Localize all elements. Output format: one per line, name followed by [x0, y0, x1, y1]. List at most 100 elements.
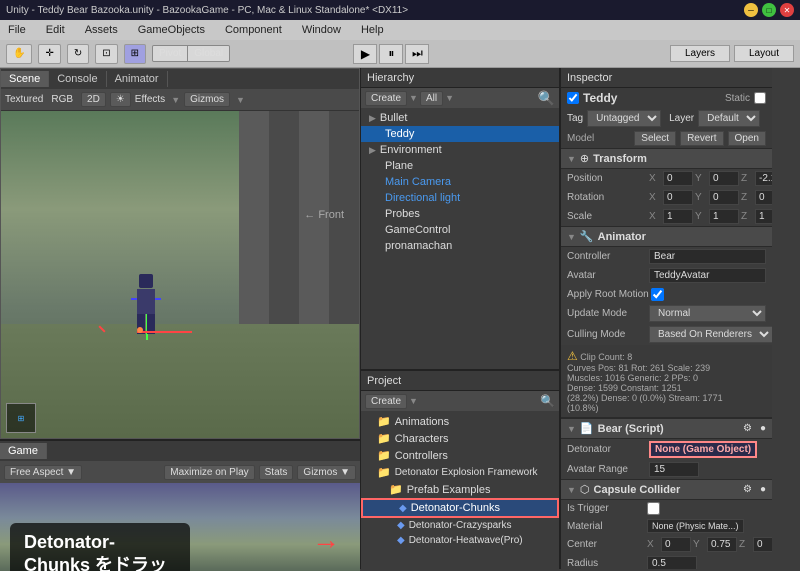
layers-dropdown[interactable]: Layers: [670, 45, 730, 62]
hierarchy-item-probes[interactable]: Probes: [361, 206, 559, 222]
game-gizmos-button[interactable]: Gizmos ▼: [297, 465, 356, 480]
project-item-detonator-crazysparks[interactable]: ◆Detonator-Crazysparks: [361, 518, 559, 533]
active-checkbox[interactable]: [567, 92, 579, 104]
minimize-button[interactable]: ─: [744, 3, 758, 17]
console-tab[interactable]: Console: [49, 71, 106, 87]
culling-mode-dropdown[interactable]: Based On Renderers: [649, 326, 772, 343]
project-item-animations[interactable]: 📁Animations: [361, 413, 559, 430]
capsule-context[interactable]: ●: [760, 484, 766, 495]
project-item-prefab-examples[interactable]: 📁Prefab Examples: [361, 481, 559, 498]
rot-z-input[interactable]: [755, 190, 772, 205]
project-item-controllers[interactable]: 📁Controllers: [361, 447, 559, 464]
close-button[interactable]: ✕: [780, 3, 794, 17]
global-button[interactable]: Global: [188, 46, 229, 61]
project-item-detonator-framework[interactable]: 📁Detonator Explosion Framework: [361, 464, 559, 481]
update-mode-dropdown[interactable]: Normal: [649, 305, 766, 322]
layout-dropdown[interactable]: Layout: [734, 45, 794, 62]
scale-y-input[interactable]: [709, 209, 739, 224]
pivot-button[interactable]: Pivot: [153, 46, 188, 61]
hierarchy-item-environment[interactable]: ▶Environment: [361, 142, 559, 158]
move-tool[interactable]: ✛: [38, 44, 60, 64]
capsule-collider-header[interactable]: ▼ ⬡ Capsule Collider ⚙ ●: [561, 480, 772, 500]
layer-dropdown[interactable]: Default: [698, 110, 760, 127]
tag-dropdown[interactable]: Untagged: [587, 110, 661, 127]
animator-tab[interactable]: Animator: [107, 71, 168, 87]
avatar-range-input[interactable]: [649, 462, 699, 477]
hierarchy-item-teddy[interactable]: Teddy: [361, 126, 559, 142]
hierarchy-search-icon[interactable]: 🔍: [538, 90, 555, 107]
scene-tab[interactable]: Scene: [1, 71, 49, 87]
project-create-button[interactable]: Create: [365, 394, 407, 409]
center-x[interactable]: [661, 537, 691, 552]
menu-assets[interactable]: Assets: [81, 22, 122, 38]
model-open-button[interactable]: Open: [728, 131, 766, 146]
2d-button[interactable]: 2D: [81, 92, 106, 107]
animator-header[interactable]: ▼ 🔧 Animator: [561, 227, 772, 247]
is-trigger-checkbox[interactable]: [647, 502, 660, 515]
drag-arrow-icon: →: [312, 524, 340, 556]
model-revert-button[interactable]: Revert: [680, 131, 723, 146]
pause-button[interactable]: ⏸: [379, 44, 403, 64]
is-trigger-row: Is Trigger: [561, 500, 772, 517]
menu-help[interactable]: Help: [357, 22, 388, 38]
hierarchy-header: Hierarchy: [361, 68, 559, 88]
left-panel: Scene Console Animator Textured RGB 2D ☀…: [0, 68, 360, 569]
step-button[interactable]: ⏭: [405, 44, 429, 64]
capsule-settings[interactable]: ⚙: [743, 484, 752, 495]
menu-file[interactable]: File: [4, 22, 30, 38]
lighting-button[interactable]: ☀: [110, 92, 131, 107]
menu-component[interactable]: Component: [221, 22, 286, 38]
center-z[interactable]: [753, 537, 772, 552]
game-view: Game Free Aspect ▼ Maximize on Play Stat…: [0, 439, 360, 569]
play-button[interactable]: ▶: [353, 44, 377, 64]
menu-gameobject[interactable]: GameObjects: [134, 22, 209, 38]
scale-tool[interactable]: ⊡: [95, 44, 117, 64]
rotate-tool[interactable]: ↻: [67, 44, 89, 64]
static-checkbox[interactable]: [754, 92, 766, 104]
material-value[interactable]: None (Physic Mate...): [647, 519, 744, 533]
center-y[interactable]: [707, 537, 737, 552]
rect-tool[interactable]: ⊞: [124, 44, 146, 64]
model-select-button[interactable]: Select: [634, 131, 676, 146]
project-item-characters[interactable]: 📁Characters: [361, 430, 559, 447]
game-tab[interactable]: Game: [0, 443, 47, 459]
hierarchy-item-bullet[interactable]: ▶Bullet: [361, 110, 559, 126]
bear-script-settings[interactable]: ⚙: [743, 423, 752, 434]
apply-root-motion-checkbox[interactable]: [651, 288, 664, 301]
maximize-button[interactable]: □: [762, 3, 776, 17]
stats-button[interactable]: Stats: [259, 465, 294, 480]
hierarchy-item-main-camera[interactable]: Main Camera: [361, 174, 559, 190]
radius-input[interactable]: [647, 556, 697, 569]
hierarchy-item-gamecontrol[interactable]: GameControl: [361, 222, 559, 238]
rot-y-input[interactable]: [709, 190, 739, 205]
controller-field[interactable]: Bear: [649, 249, 766, 264]
project-item-detonator-heatwave[interactable]: ◆Detonator-Heatwave(Pro): [361, 533, 559, 548]
gizmos-button[interactable]: Gizmos: [184, 92, 230, 107]
pos-x-input[interactable]: [663, 171, 693, 186]
menu-edit[interactable]: Edit: [42, 22, 69, 38]
game-canvas[interactable]: Detonator-Chunks をドラッグアンドドロップ →: [0, 483, 360, 571]
project-item-detonator-chunks[interactable]: ◆Detonator-Chunks: [361, 498, 559, 518]
maximize-on-play-button[interactable]: Maximize on Play: [164, 465, 254, 480]
hierarchy-item-plane[interactable]: Plane: [361, 158, 559, 174]
pos-z-input[interactable]: [755, 171, 772, 186]
hierarchy-create-button[interactable]: Create: [365, 91, 407, 106]
scale-z-input[interactable]: [755, 209, 772, 224]
detonator-value[interactable]: None (Game Object): [649, 441, 757, 458]
project-item-detonator-ignitor[interactable]: ◆Detonator-Ignitor: [361, 548, 559, 551]
avatar-field[interactable]: TeddyAvatar: [649, 268, 766, 283]
pos-y-input[interactable]: [709, 171, 739, 186]
menu-window[interactable]: Window: [298, 22, 345, 38]
bear-script-context[interactable]: ●: [760, 423, 766, 434]
hand-tool[interactable]: ✋: [6, 44, 32, 64]
transform-header[interactable]: ▼ ⊕ Transform: [561, 149, 772, 169]
hierarchy-item-pronamachan[interactable]: pronamachan: [361, 238, 559, 254]
scale-x-input[interactable]: [663, 209, 693, 224]
scene-canvas[interactable]: ← Front ⊞: [1, 111, 359, 438]
free-aspect-button[interactable]: Free Aspect ▼: [4, 465, 82, 480]
hierarchy-item-directional-light[interactable]: Directional light: [361, 190, 559, 206]
rot-x-input[interactable]: [663, 190, 693, 205]
project-search-icon[interactable]: 🔍: [540, 394, 555, 408]
bear-script-header[interactable]: ▼ 📄 Bear (Script) ⚙ ●: [561, 419, 772, 439]
hierarchy-all-button[interactable]: All: [420, 91, 443, 106]
